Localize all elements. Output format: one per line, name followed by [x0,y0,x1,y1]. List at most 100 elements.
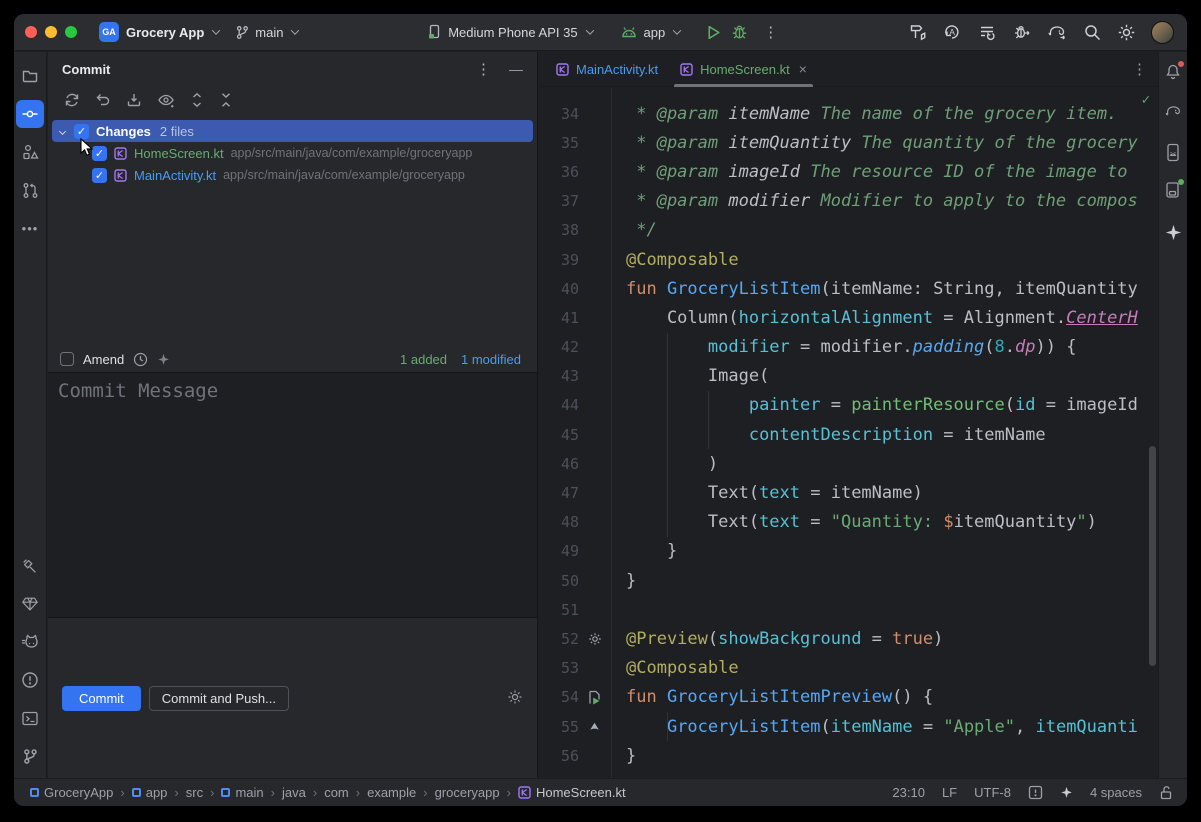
changes-root-row[interactable]: ✓ Changes 2 files [52,120,533,142]
search-everywhere-button[interactable] [1083,23,1102,42]
indent-setting[interactable]: 4 spaces [1090,785,1142,800]
breadcrumb-item[interactable]: src [186,785,203,800]
commit-button[interactable]: Commit [62,686,141,711]
breadcrumb-item[interactable]: app [132,785,168,800]
build-button[interactable] [907,22,927,42]
run-button[interactable] [705,24,722,41]
breadcrumb-item[interactable]: example [367,785,416,800]
commit-settings-button[interactable] [507,689,523,708]
breadcrumb: GroceryApp›app›src›main›java›com›example… [14,785,626,800]
running-devices-tool-button[interactable] [1159,138,1187,166]
commit-history-clock-icon[interactable] [133,352,148,367]
ai-sparkle-icon[interactable] [157,353,170,366]
tab-options-kebab-button[interactable]: ⋮ [1132,60,1147,78]
terminal-tool-button[interactable] [16,704,44,732]
preview-settings-gear-icon[interactable] [588,632,602,646]
notifications-button[interactable] [1159,58,1187,86]
line-separator[interactable]: LF [942,785,957,800]
close-tab-icon[interactable]: × [799,61,807,77]
problems-tool-button[interactable] [16,666,44,694]
changes-checkbox[interactable]: ✓ [74,124,89,139]
code-line: 53@Composable [539,654,1158,683]
attach-debugger-button[interactable] [1012,22,1032,42]
inspections-ok-icon[interactable]: ✓ [1142,92,1150,108]
hide-tool-window-button[interactable]: — [509,61,523,77]
app-quality-insights-tool-button[interactable] [16,590,44,618]
caret-position[interactable]: 23:10 [892,785,925,800]
code-text: modifier = modifier.padding(8.dp)) { [626,337,1076,357]
apply-changes-restart-button[interactable]: A [942,22,962,42]
breadcrumb-item[interactable]: com [324,785,349,800]
breadcrumb-item[interactable]: java [282,785,306,800]
debug-button[interactable] [731,24,748,40]
more-tool-windows-button[interactable]: ••• [16,214,44,242]
rollback-button[interactable] [95,92,111,111]
amend-checkbox[interactable] [60,352,74,366]
breadcrumb-separator: › [356,785,360,800]
apply-code-changes-button[interactable] [977,22,997,42]
changed-file-row[interactable]: ✓MainActivity.ktapp/src/main/java/com/ex… [48,164,537,186]
code-line: 55 GroceryListItem(itemName = "Apple", i… [539,712,1158,741]
unlocked-icon[interactable] [1159,785,1173,800]
line-number: 36 [539,163,579,181]
editor-notifications-icon[interactable] [1028,785,1043,800]
ai-sparkle-icon[interactable] [1060,786,1073,799]
tab-mainactivity[interactable]: MainActivity.kt [545,52,669,87]
project-tool-button[interactable] [16,62,44,90]
gemini-tool-button[interactable] [1159,218,1187,246]
branch-widget[interactable]: main [235,25,298,40]
code-line: 52@Preview(showBackground = true) [539,624,1158,653]
run-configuration-selector[interactable]: app [620,25,681,40]
file-encoding[interactable]: UTF-8 [974,785,1011,800]
breadcrumb-item[interactable]: main [221,785,263,800]
tab-homescreen[interactable]: HomeScreen.kt × [669,52,818,87]
resource-manager-tool-button[interactable] [16,138,44,166]
breadcrumb-label: src [186,785,203,800]
minimize-window-button[interactable] [45,26,57,38]
settings-button[interactable] [1117,23,1136,42]
editor-scrollbar[interactable] [1149,446,1156,666]
project-widget[interactable]: Grocery App [126,25,219,40]
run-preview-icon[interactable] [587,690,602,705]
commit-and-push-button[interactable]: Commit and Push... [149,686,289,711]
collapse-all-button[interactable] [219,92,233,111]
more-run-options-button[interactable]: ⋮ [763,23,778,41]
device-manager-tool-button[interactable] [1159,176,1187,204]
pull-requests-tool-button[interactable] [16,176,44,204]
file-name: MainActivity.kt [134,168,216,183]
code-text: Image( [626,366,769,386]
gradle-tool-button[interactable] [1159,96,1187,124]
version-control-tool-button[interactable] [16,742,44,770]
close-window-button[interactable] [25,26,37,38]
gutter-arrow-icon[interactable] [588,720,601,733]
expand-all-button[interactable] [190,92,204,111]
commit-tool-button[interactable] [16,100,44,128]
code-text: } [626,541,677,561]
zoom-window-button[interactable] [65,26,77,38]
notification-badge [1178,61,1184,67]
logcat-tool-button[interactable] [16,628,44,656]
diff-preview-button[interactable] [157,92,175,111]
file-checkbox[interactable]: ✓ [92,168,107,183]
file-checkbox[interactable]: ✓ [92,146,107,161]
refresh-button[interactable] [64,92,80,111]
device-selector[interactable]: Medium Phone API 35 [427,24,592,40]
build-tool-button[interactable] [16,552,44,580]
running-devices-icon [1164,143,1182,162]
line-number: 56 [539,747,579,765]
profile-avatar[interactable] [1151,21,1174,44]
commit-message-editor[interactable]: Commit Message [48,372,537,617]
code-editor[interactable]: 34 * @param itemName The name of the gro… [539,88,1158,778]
code-line: 57 [539,770,1158,778]
shelve-button[interactable] [126,92,142,111]
changed-file-row[interactable]: ✓HomeScreen.ktapp/src/main/java/com/exam… [48,142,537,164]
code-line: 35 * @param itemQuantity The quantity of… [539,128,1158,157]
breadcrumb-item[interactable]: GroceryApp [30,785,113,800]
sync-project-button[interactable] [1047,22,1068,42]
code-text: fun GroceryListItem(itemName: String, it… [626,279,1138,299]
line-number: 44 [539,396,579,414]
code-text: * @param itemName The name of the grocer… [626,104,1117,124]
breadcrumb-item[interactable]: groceryapp [435,785,500,800]
breadcrumb-item[interactable]: HomeScreen.kt [518,785,626,800]
commit-options-kebab-button[interactable]: ⋮ [476,60,491,78]
